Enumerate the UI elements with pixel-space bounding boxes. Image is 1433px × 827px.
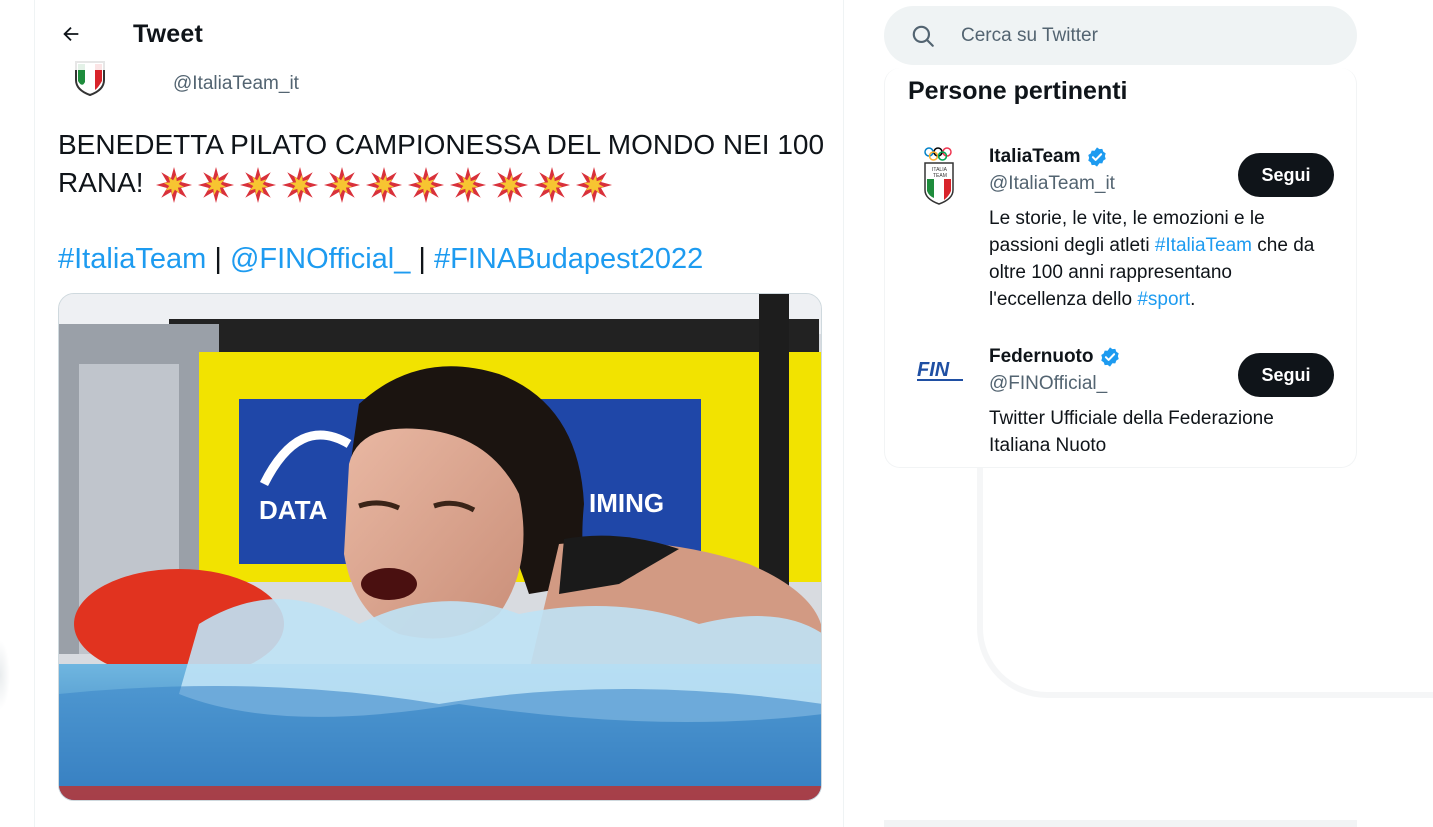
search-icon <box>912 25 934 47</box>
related-people-title: Persone pertinenti <box>908 77 1128 105</box>
collision-star-icon <box>366 166 403 203</box>
avatar[interactable]: FIN <box>913 346 969 396</box>
hashtag-italiateam-link[interactable]: #ItaliaTeam <box>1155 235 1252 256</box>
follow-button[interactable]: Segui <box>1238 153 1334 197</box>
edge-shadow <box>0 640 10 710</box>
arrow-left-icon <box>63 26 79 42</box>
fin-logo-icon: FIN <box>917 359 963 381</box>
search-box[interactable] <box>884 6 1357 65</box>
collision-star-icon <box>240 166 277 203</box>
verified-badge-icon <box>1100 347 1119 367</box>
person-name-row[interactable]: ItaliaTeam <box>989 146 1108 168</box>
back-button[interactable] <box>53 16 89 52</box>
overlay-shadow <box>977 468 1433 698</box>
separator: | <box>206 243 230 275</box>
person-name-row[interactable]: Federnuoto <box>989 346 1121 368</box>
person-handle[interactable]: @ItaliaTeam_it <box>989 173 1115 195</box>
top-bar: Tweet <box>35 0 843 70</box>
person-name[interactable]: ItaliaTeam <box>989 146 1081 168</box>
person-name[interactable]: Federnuoto <box>989 346 1094 368</box>
collision-star-icon <box>450 166 487 203</box>
tweet-links: #ItaliaTeam | @FINOfficial_ | #FINABudap… <box>58 240 703 278</box>
collision-star-icon <box>492 166 529 203</box>
person-bio: Le storie, le vite, le emozioni e le pas… <box>989 205 1329 313</box>
tweet-text: BENEDETTA PILATO CAMPIONESSA DEL MONDO N… <box>58 126 828 204</box>
avatar[interactable]: ITALIA TEAM <box>913 146 969 208</box>
svg-text:IMING: IMING <box>589 488 664 518</box>
svg-text:TEAM: TEAM <box>933 173 947 179</box>
hashtag-sport-link[interactable]: #sport <box>1137 289 1190 310</box>
collision-star-icon <box>198 166 235 203</box>
bio-text: . <box>1190 289 1196 310</box>
tweet-photo[interactable]: lus DATA IMING <box>58 293 822 801</box>
hashtag-italiateam-link[interactable]: #ItaliaTeam <box>58 243 206 275</box>
collision-star-icon <box>282 166 319 203</box>
main-column: Tweet @ItaliaTeam_it BENEDETTA PILATO CA… <box>34 0 844 827</box>
author-handle[interactable]: @ItaliaTeam_it <box>173 73 299 95</box>
follow-button[interactable]: Segui <box>1238 353 1334 397</box>
person-handle[interactable]: @FINOfficial_ <box>989 373 1107 395</box>
fin-logo-text: FIN <box>917 359 950 381</box>
collision-star-icon <box>576 166 613 203</box>
italia-team-logo-icon: ITALIA TEAM <box>924 147 954 205</box>
swimmer-photo-image: lus DATA IMING <box>59 294 821 800</box>
person-bio: Twitter Ufficiale della Federazione Ital… <box>989 408 1274 456</box>
bottom-strip <box>884 820 1357 827</box>
page-title: Tweet <box>133 20 203 48</box>
collision-star-icon <box>156 166 193 203</box>
mention-finofficial-link[interactable]: @FINOfficial_ <box>230 243 410 275</box>
star-emoji-row <box>155 166 613 204</box>
search-input[interactable] <box>961 24 1321 47</box>
collision-star-icon <box>324 166 361 203</box>
separator: | <box>410 243 435 275</box>
svg-text:DATA: DATA <box>259 495 328 525</box>
collision-star-icon <box>534 166 571 203</box>
verified-badge-icon <box>1087 147 1106 167</box>
hashtag-finabudapest-link[interactable]: #FINABudapest2022 <box>434 243 703 275</box>
collision-star-icon <box>408 166 445 203</box>
related-people-card: Persone pertinenti ITALIA TEAM ItaliaTea… <box>884 68 1357 468</box>
